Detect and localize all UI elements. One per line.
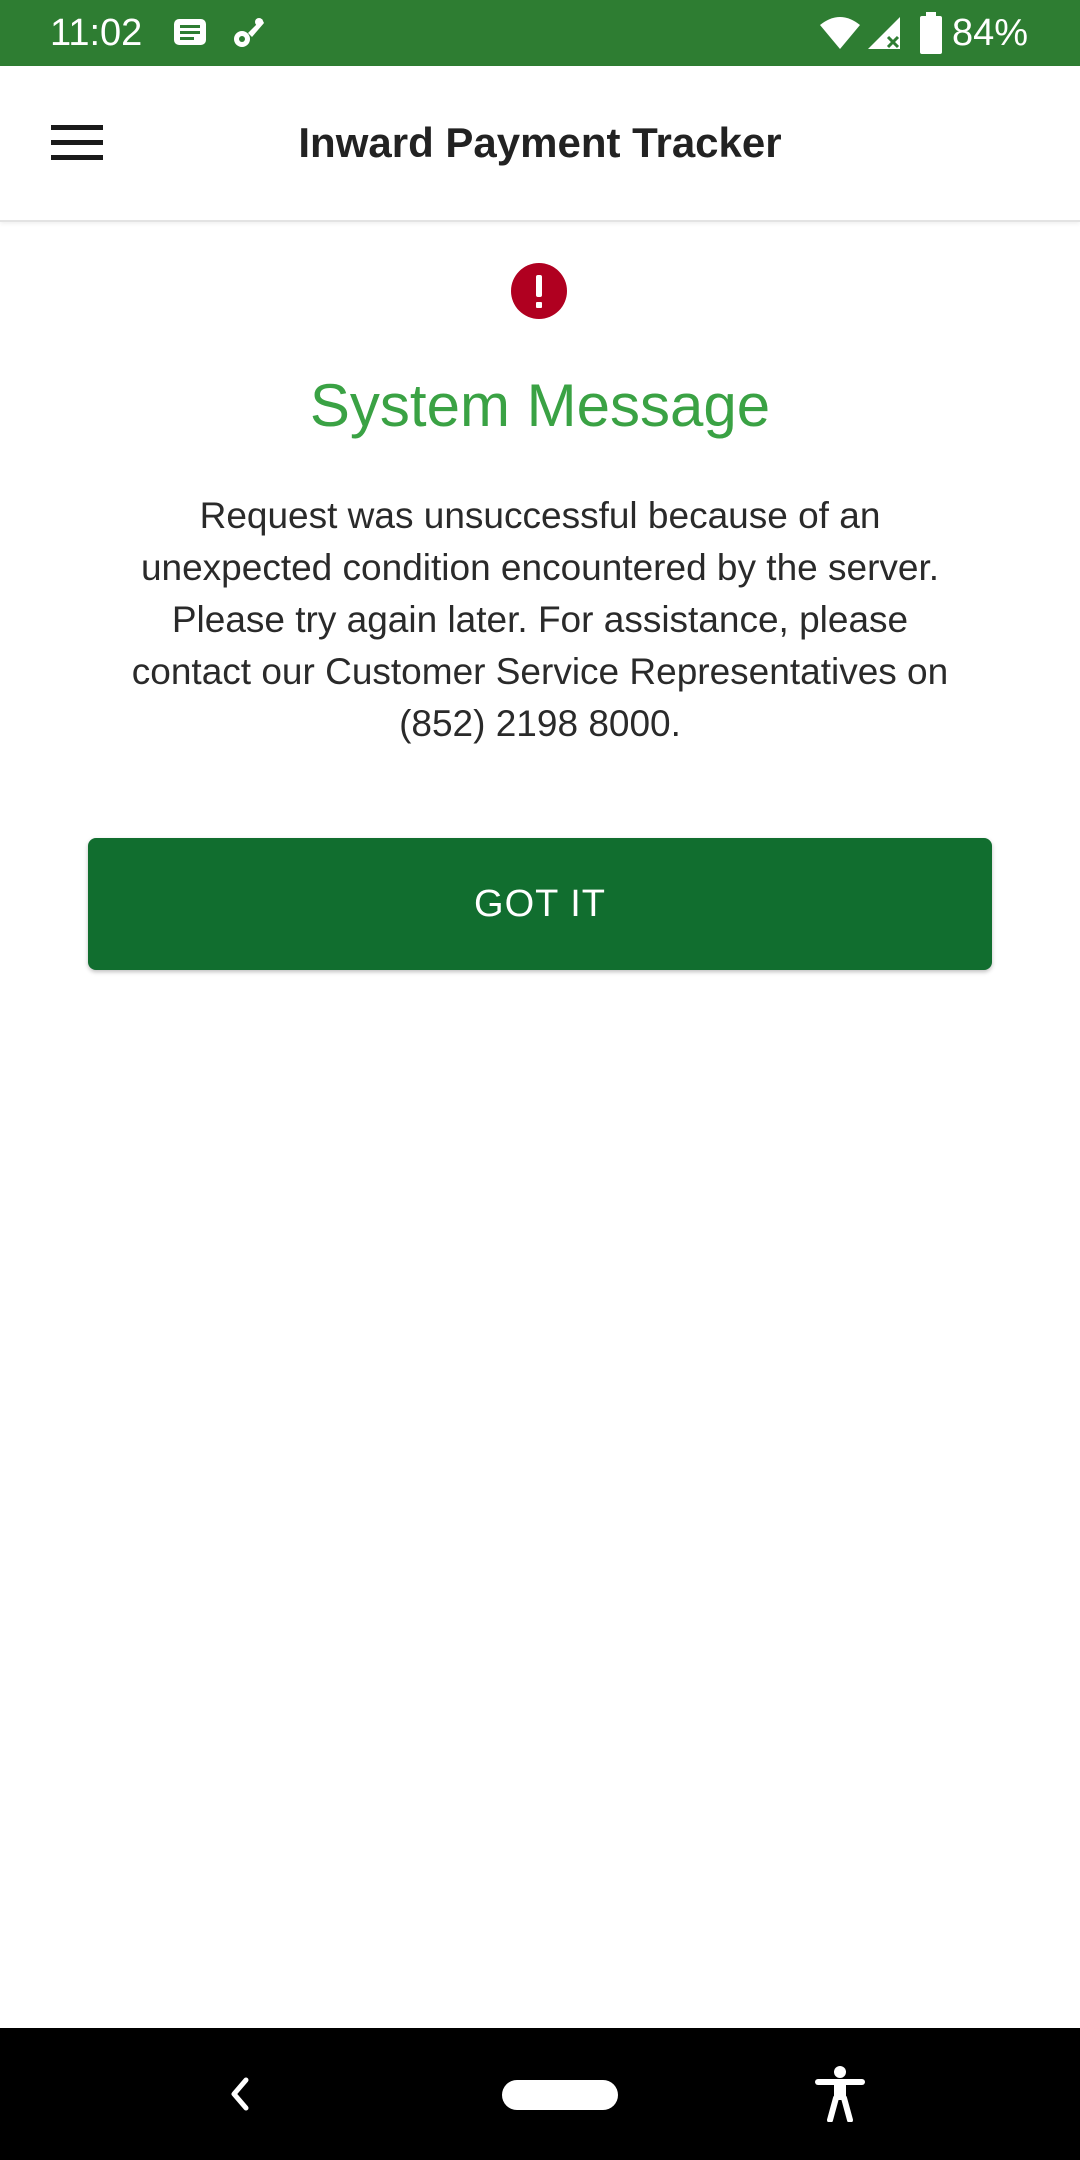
- screen: 11:02 84% Inward Payment Tracker System …: [0, 0, 1080, 2160]
- got-it-button[interactable]: GOT IT: [88, 838, 992, 970]
- assistant-icon: [234, 18, 264, 47]
- message-icon: [174, 19, 206, 45]
- back-icon[interactable]: [222, 2074, 256, 2114]
- status-time: 11:02: [50, 12, 143, 54]
- app-title: Inward Payment Tracker: [298, 119, 782, 166]
- navigation-bar: [0, 2028, 1080, 2160]
- message-title: System Message: [309, 372, 771, 439]
- battery-percentage: 84%: [952, 12, 1029, 54]
- signal-icon: [868, 17, 900, 49]
- wifi-icon: [820, 17, 860, 49]
- status-bar: 11:02 84%: [0, 0, 1080, 66]
- home-pill[interactable]: [502, 2080, 618, 2110]
- accessibility-icon[interactable]: [814, 2066, 866, 2122]
- battery-icon: [920, 12, 942, 54]
- app-bar: Inward Payment Tracker: [0, 66, 1080, 222]
- error-icon: [511, 263, 567, 319]
- message-body: Request was unsuccessful because of an u…: [131, 495, 949, 744]
